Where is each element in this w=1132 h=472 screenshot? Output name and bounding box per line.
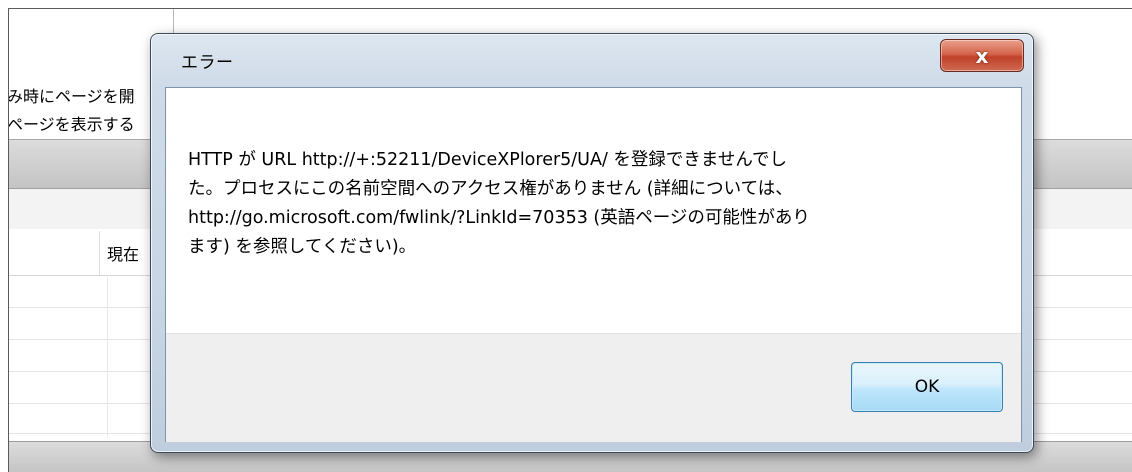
dialog-title: エラー — [181, 53, 234, 73]
dialog-footer: OK — [166, 333, 1021, 442]
background-column-line — [107, 277, 108, 437]
error-message: HTTP が URL http://+:52211/DeviceXPlorer5… — [188, 146, 988, 262]
dialog-body: HTTP が URL http://+:52211/DeviceXPlorer5… — [165, 87, 1022, 442]
error-message-line: た。プロセスにこの名前空間へのアクセス権がありません (詳細については、 — [188, 179, 793, 199]
background-text-line1: み時にページを開 — [8, 87, 135, 106]
error-message-line: HTTP が URL http://+:52211/DeviceXPlorer5… — [188, 150, 788, 170]
ok-button[interactable]: OK — [851, 362, 1003, 412]
error-message-line: http://go.microsoft.com/fwlink/?LinkId=7… — [188, 208, 810, 228]
close-icon: x — [975, 43, 989, 68]
background-text-line2: ページを表示する — [8, 115, 135, 134]
dialog-content: HTTP が URL http://+:52211/DeviceXPlorer5… — [166, 88, 1021, 333]
background-column-separator — [99, 231, 100, 275]
error-dialog: エラー x HTTP が URL http://+:52211/DeviceXP… — [150, 33, 1034, 453]
close-button[interactable]: x — [940, 39, 1024, 72]
background-column-label[interactable]: 現在 — [107, 241, 139, 265]
error-message-line: ます) を参照してください)。 — [188, 237, 417, 257]
background-divider — [173, 9, 174, 33]
